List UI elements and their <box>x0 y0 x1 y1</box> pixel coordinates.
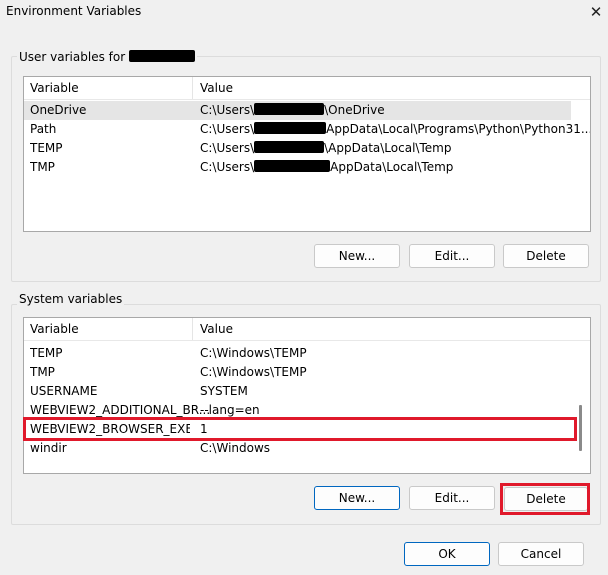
window-title: Environment Variables <box>6 4 142 18</box>
list-item[interactable]: TEMP C:\Windows\TEMP <box>24 344 590 363</box>
list-item[interactable]: OneDrive C:\Users\ \OneDrive <box>24 101 571 120</box>
list-item[interactable]: TMP C:\Users\ AppData\Local\Temp <box>24 158 590 177</box>
user-edit-button[interactable]: Edit... <box>409 244 495 268</box>
highlight-delete-button <box>500 483 590 515</box>
column-header-value[interactable]: Value <box>200 322 233 336</box>
variable-value: C:\Windows <box>200 441 271 455</box>
system-edit-button[interactable]: Edit... <box>409 486 495 510</box>
redacted-username <box>128 50 195 62</box>
cancel-button[interactable]: Cancel <box>498 542 584 566</box>
variable-value: C:\Users\ \OneDrive <box>200 103 385 117</box>
variable-name: TEMP <box>30 346 63 360</box>
column-header-variable[interactable]: Variable <box>30 81 79 95</box>
system-variables-legend: System variables <box>17 292 125 306</box>
variable-name: Path <box>30 122 57 136</box>
close-icon[interactable]: ✕ <box>584 0 608 24</box>
variable-name: TEMP <box>30 141 63 155</box>
user-variables-label: User variables for <box>19 50 126 64</box>
list-item[interactable]: Path C:\Users\ AppData\Local\Programs\Pyt… <box>24 120 590 139</box>
variable-value: C:\Windows\TEMP <box>200 365 307 379</box>
user-variables-list[interactable]: Variable Value OneDrive C:\Users\ \OneDri… <box>23 76 591 232</box>
user-delete-button[interactable]: Delete <box>503 244 589 268</box>
user-list-header: Variable Value <box>24 77 590 100</box>
list-item[interactable]: TEMP C:\Users\ \AppData\Local\Temp <box>24 139 590 158</box>
list-item[interactable]: windir C:\Windows <box>24 439 590 458</box>
variable-value: C:\Users\ \AppData\Local\Temp <box>200 141 452 155</box>
vertical-scrollbar-thumb[interactable] <box>579 405 582 451</box>
variable-value: C:\Windows\TEMP <box>200 346 307 360</box>
column-header-variable[interactable]: Variable <box>30 322 79 336</box>
system-list-header: Variable Value <box>24 318 590 341</box>
variable-name: windir <box>30 441 67 455</box>
variable-value: SYSTEM <box>200 384 248 398</box>
system-variables-list[interactable]: Variable Value TEMP C:\Windows\TEMP TMP … <box>23 317 591 474</box>
variable-name: WEBVIEW2_ADDITIONAL_BR... <box>30 403 211 417</box>
variable-name: USERNAME <box>30 384 98 398</box>
variable-name: OneDrive <box>30 103 87 117</box>
ok-button[interactable]: OK <box>404 542 490 566</box>
list-item[interactable]: TMP C:\Windows\TEMP <box>24 363 590 382</box>
list-item[interactable]: USERNAME SYSTEM <box>24 382 590 401</box>
variable-value: C:\Users\ AppData\Local\Temp <box>200 160 454 174</box>
variable-name: TMP <box>30 160 55 174</box>
variable-name: TMP <box>30 365 55 379</box>
variable-value: --lang=en <box>200 403 260 417</box>
user-new-button[interactable]: New... <box>314 244 400 268</box>
column-header-value[interactable]: Value <box>200 81 233 95</box>
variable-value: C:\Users\ AppData\Local\Programs\Python\P… <box>200 122 591 136</box>
user-variables-legend: User variables for <box>17 50 197 64</box>
system-new-button[interactable]: New... <box>314 486 400 510</box>
highlight-selected-row <box>23 417 577 441</box>
